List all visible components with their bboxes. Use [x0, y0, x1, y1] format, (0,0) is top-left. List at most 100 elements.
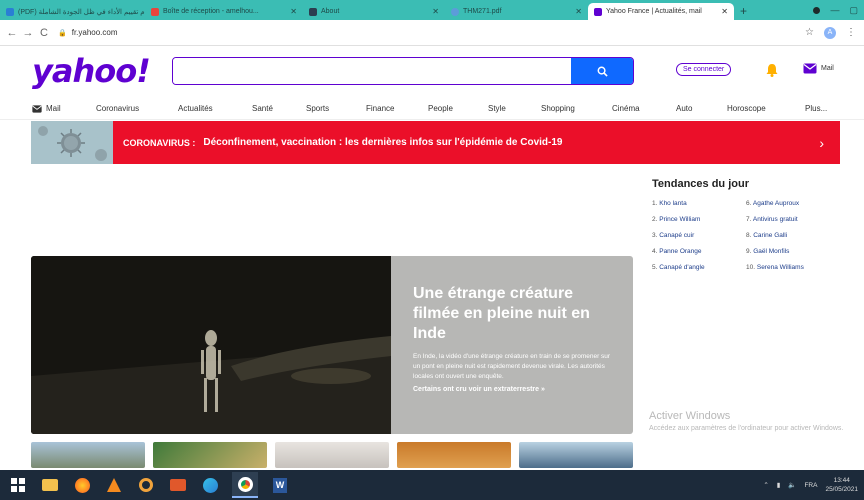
- search-button[interactable]: [571, 58, 633, 84]
- profile-avatar[interactable]: A: [824, 26, 836, 39]
- trend-item[interactable]: 9. Gaël Monfils: [746, 248, 789, 255]
- signin-button[interactable]: Se connecter: [676, 63, 732, 76]
- tab-title: About: [321, 8, 340, 15]
- nav-label: Mail: [46, 104, 61, 113]
- nav-more[interactable]: Plus...: [805, 104, 827, 113]
- nav-style[interactable]: Style: [488, 104, 506, 113]
- word-icon[interactable]: W: [270, 475, 290, 495]
- browser-tab-bar: (PDF) نظام تقييم الأداء في ظل الجودة الش…: [0, 0, 864, 20]
- trends-list: 1. Kho lanta 2. Prince William 3. Canapé…: [652, 200, 852, 290]
- tab-gmail[interactable]: Boîte de réception - amelhou... ✕: [145, 3, 303, 20]
- tab-about[interactable]: About ✕: [303, 3, 445, 20]
- edge-icon[interactable]: [200, 475, 220, 495]
- window-controls: — ▢: [813, 0, 864, 20]
- bell-icon[interactable]: [764, 62, 780, 78]
- tab-thm-pdf[interactable]: THM271.pdf ✕: [445, 3, 588, 20]
- maximize-icon[interactable]: ▢: [849, 5, 858, 16]
- windows-start-icon[interactable]: [8, 475, 28, 495]
- forward-icon[interactable]: →: [20, 27, 36, 39]
- story-thumbnails: [31, 442, 633, 468]
- hero-title[interactable]: Une étrange créature filmée en pleine nu…: [413, 284, 615, 344]
- virus-image: [31, 121, 113, 164]
- trend-item[interactable]: 8. Carine Galli: [746, 232, 787, 239]
- menu-dots-icon[interactable]: ⋮: [846, 27, 856, 38]
- nav-cinema[interactable]: Cinéma: [612, 104, 640, 113]
- reload-icon[interactable]: C: [36, 27, 52, 39]
- minimize-icon[interactable]: —: [830, 5, 839, 15]
- tab-yahoo[interactable]: Yahoo France | Actualités, mail ✕: [588, 3, 734, 20]
- mail-button[interactable]: Mail: [803, 63, 834, 74]
- nav-people[interactable]: People: [428, 104, 453, 113]
- address-bar-actions: ☆ A ⋮: [805, 26, 864, 39]
- profile-dot-icon[interactable]: [813, 6, 821, 14]
- trend-item[interactable]: 3. Canapé cuir: [652, 232, 694, 239]
- yahoo-logo[interactable]: yahoo!: [32, 52, 151, 90]
- story-thumbnail[interactable]: [153, 442, 267, 468]
- tab-title: Boîte de réception - amelhou...: [163, 8, 259, 15]
- activation-title: Activer Windows: [649, 410, 731, 422]
- hero-description: En Inde, la vidéo d'une étrange créature…: [413, 353, 611, 380]
- tab-title: THM271.pdf: [463, 8, 502, 15]
- hero-story[interactable]: Une étrange créature filmée en pleine nu…: [31, 256, 633, 434]
- trend-item[interactable]: 10. Serena Williams: [746, 264, 804, 271]
- coronavirus-banner[interactable]: CORONAVIRUS : Déconfinement, vaccination…: [31, 121, 840, 164]
- nav-auto[interactable]: Auto: [676, 104, 692, 113]
- nav-mail[interactable]: Mail: [32, 104, 61, 113]
- close-icon[interactable]: ✕: [290, 7, 297, 16]
- trend-item[interactable]: 5. Canapé d'angle: [652, 264, 705, 271]
- trend-item[interactable]: 7. Antivirus gratuit: [746, 216, 798, 223]
- language-indicator[interactable]: FRA: [804, 482, 817, 489]
- trend-item[interactable]: 2. Prince William: [652, 216, 700, 223]
- windows-taskbar: W ⌃ ▮ 🔈 FRA 13:44 25/05/2021: [0, 470, 864, 500]
- mail-label: Mail: [821, 65, 834, 72]
- file-explorer-icon[interactable]: [40, 475, 60, 495]
- network-icon[interactable]: ▮: [777, 481, 781, 489]
- new-tab-button[interactable]: +: [734, 3, 753, 20]
- close-icon[interactable]: ✕: [432, 7, 439, 16]
- chevron-up-icon[interactable]: ⌃: [763, 481, 768, 489]
- yahoo-icon: [594, 7, 602, 16]
- search-input[interactable]: [173, 58, 571, 84]
- nav-horoscope[interactable]: Horoscope: [727, 104, 766, 113]
- hero-text-panel: Une étrange créature filmée en pleine nu…: [391, 256, 633, 434]
- settings-icon[interactable]: [136, 475, 156, 495]
- back-icon[interactable]: ←: [4, 27, 20, 39]
- trend-item[interactable]: 4. Panne Orange: [652, 248, 702, 255]
- hero-link[interactable]: Certains ont cru voir un extraterrestre …: [413, 386, 615, 393]
- chevron-right-icon[interactable]: ›: [819, 135, 824, 151]
- clock[interactable]: 13:44 25/05/2021: [825, 476, 858, 494]
- volume-icon[interactable]: 🔈: [788, 481, 796, 489]
- windows-activation-notice: Activer Windows Accédez aux paramètres d…: [649, 410, 849, 434]
- story-thumbnail[interactable]: [397, 442, 511, 468]
- chrome-icon[interactable]: [232, 472, 258, 498]
- trend-item[interactable]: 1. Kho lanta: [652, 200, 687, 207]
- vlc-icon[interactable]: [104, 475, 124, 495]
- people-icon[interactable]: [168, 475, 188, 495]
- yahoo-header: yahoo! Se connecter Mail: [0, 46, 864, 96]
- globe-icon: [451, 7, 459, 16]
- nav-finance[interactable]: Finance: [366, 104, 394, 113]
- hero-image: [31, 256, 391, 434]
- story-thumbnail[interactable]: [275, 442, 389, 468]
- firefox-icon[interactable]: [72, 475, 92, 495]
- clock-date: 25/05/2021: [825, 486, 858, 493]
- url-field[interactable]: 🔒 fr.yahoo.com: [58, 28, 118, 37]
- category-nav: Mail Coronavirus Actualités Santé Sports…: [0, 100, 864, 120]
- gmail-icon: [151, 7, 159, 16]
- close-icon[interactable]: ✕: [575, 7, 582, 16]
- story-thumbnail[interactable]: [519, 442, 633, 468]
- nav-sports[interactable]: Sports: [306, 104, 329, 113]
- tab-pdf[interactable]: (PDF) نظام تقييم الأداء في ظل الجودة الش…: [0, 3, 145, 20]
- star-icon[interactable]: ☆: [805, 27, 814, 38]
- pdf-icon: [6, 7, 14, 16]
- system-tray: ⌃ ▮ 🔈 FRA 13:44 25/05/2021: [763, 476, 864, 494]
- nav-shopping[interactable]: Shopping: [541, 104, 575, 113]
- lock-icon: 🔒: [58, 29, 67, 37]
- close-icon[interactable]: ✕: [721, 7, 728, 16]
- trend-item[interactable]: 6. Agathe Auproux: [746, 200, 799, 207]
- story-thumbnail[interactable]: [31, 442, 145, 468]
- nav-sante[interactable]: Santé: [252, 104, 273, 113]
- trends-panel: Tendances du jour 1. Kho lanta 2. Prince…: [652, 178, 852, 290]
- nav-coronavirus[interactable]: Coronavirus: [96, 104, 139, 113]
- nav-actualites[interactable]: Actualités: [178, 104, 213, 113]
